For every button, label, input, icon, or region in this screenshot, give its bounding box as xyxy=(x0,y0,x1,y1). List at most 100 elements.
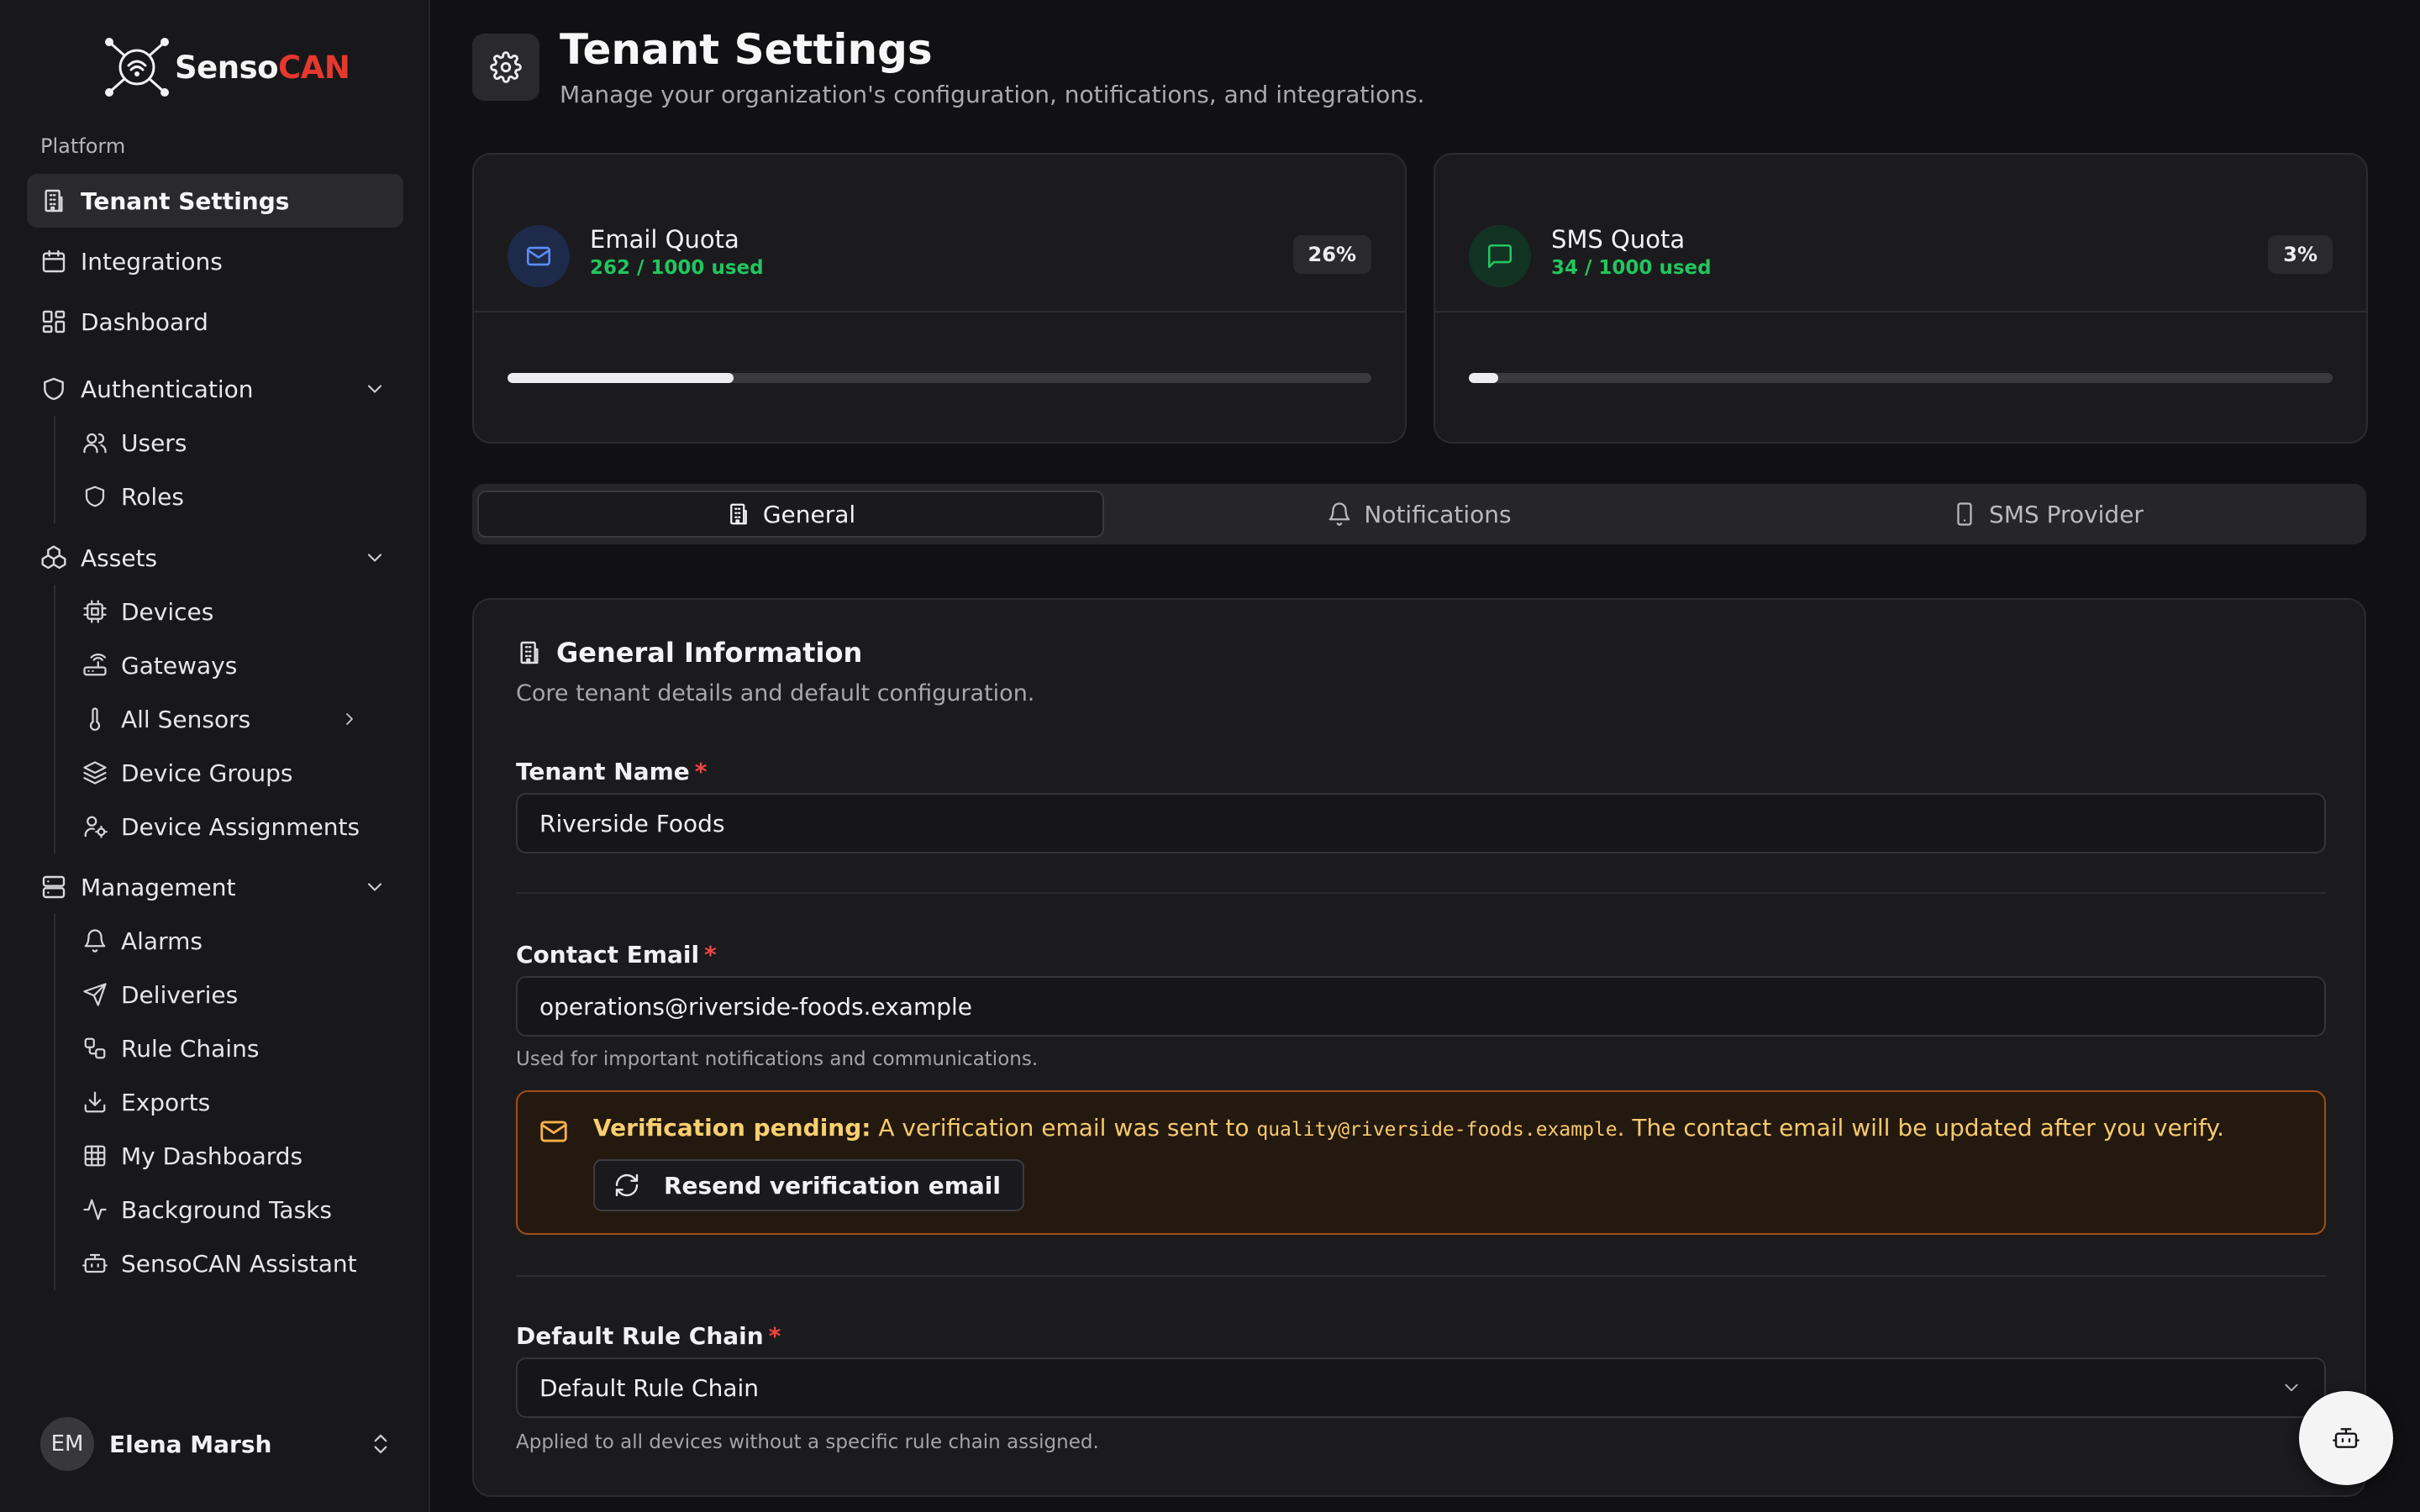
sidebar-item-dashboard[interactable]: Dashboard xyxy=(27,295,403,349)
avatar: EM xyxy=(40,1417,94,1471)
users-icon xyxy=(83,433,107,454)
verification-heading: Verification pending: xyxy=(593,1114,871,1142)
required-marker: * xyxy=(694,758,708,785)
tab-general[interactable]: General xyxy=(477,491,1104,538)
mail-icon xyxy=(540,1121,567,1142)
quota-title: SMS Quota xyxy=(1551,225,1686,254)
user-name: Elena Marsh xyxy=(109,1430,272,1458)
brand-name: SensoCAN xyxy=(175,49,350,86)
sidebar-item-background-tasks[interactable]: Background Tasks xyxy=(71,1184,373,1235)
label-text: Tenant Name xyxy=(516,758,690,785)
chevron-down-icon xyxy=(367,883,382,891)
building-icon xyxy=(729,503,747,525)
quota-percent-badge: 3% xyxy=(2268,235,2333,274)
sidebar-item-label: Alarms xyxy=(121,927,203,955)
sidebar-item-exports[interactable]: Exports xyxy=(71,1077,373,1127)
settings-header-badge xyxy=(472,34,539,101)
chevron-down-icon xyxy=(367,385,382,393)
contact-email-label: Contact Email * xyxy=(516,941,717,969)
verification-text-before: A verification email was sent to xyxy=(871,1114,1257,1142)
chevron-right-icon xyxy=(346,713,353,725)
quota-percent-badge: 26% xyxy=(1292,235,1371,274)
sidebar-item-label: Management xyxy=(81,873,236,901)
tab-label: Notifications xyxy=(1364,500,1512,528)
sidebar: SensoCAN Platform Tenant Settings Integr… xyxy=(0,0,430,1512)
default-rule-chain-label: Default Rule Chain * xyxy=(516,1322,781,1350)
sidebar-item-label: Deliveries xyxy=(121,980,239,1009)
user-menu[interactable]: EM Elena Marsh xyxy=(40,1416,393,1472)
grid-icon xyxy=(42,310,66,333)
sidebar-item-label: Authentication xyxy=(81,375,254,403)
section-title-text: General Information xyxy=(556,637,863,669)
sidebar-item-label: Assets xyxy=(81,543,158,572)
contact-email-help: Used for important notifications and com… xyxy=(516,1048,1039,1070)
refresh-icon xyxy=(615,1173,639,1197)
sidebar-item-label: Rule Chains xyxy=(121,1034,260,1063)
tab-notifications[interactable]: Notifications xyxy=(1106,491,1733,538)
sidebar-group-authentication[interactable]: Authentication xyxy=(27,362,403,416)
contact-email-input[interactable]: operations@riverside-foods.example xyxy=(516,976,2326,1037)
sidebar-group-assets[interactable]: Assets xyxy=(27,531,403,585)
building-icon xyxy=(45,189,63,213)
required-marker: * xyxy=(768,1322,781,1350)
building-icon xyxy=(520,641,539,664)
page-title: Tenant Settings xyxy=(560,25,933,74)
sidebar-item-users[interactable]: Users xyxy=(71,417,373,468)
tab-label: General xyxy=(762,500,856,528)
sidebar-item-deliveries[interactable]: Deliveries xyxy=(71,969,373,1020)
email-quota-icon-badge xyxy=(508,225,570,287)
sidebar-item-label: My Dashboards xyxy=(121,1142,303,1170)
tab-label: SMS Provider xyxy=(1989,500,2144,528)
sms-quota-icon-badge xyxy=(1469,225,1531,287)
brand-logo[interactable]: SensoCAN xyxy=(101,34,350,101)
tenant-name-input[interactable]: Riverside Foods xyxy=(516,793,2326,853)
download-icon xyxy=(84,1091,106,1113)
sidebar-item-label: All Sensors xyxy=(121,705,251,733)
settings-tabs: General Notifications SMS Provider xyxy=(472,484,2366,544)
sidebar-group-management[interactable]: Management xyxy=(27,860,403,914)
sidebar-item-device-assignments[interactable]: Device Assignments xyxy=(71,801,373,852)
verification-message: Verification pending: A verification ema… xyxy=(593,1114,2224,1142)
general-information-card: General Information Core tenant details … xyxy=(472,598,2366,1497)
boxes-icon xyxy=(41,545,66,570)
resend-verification-button[interactable]: Resend verification email xyxy=(593,1159,1024,1211)
assistant-fab-button[interactable] xyxy=(2299,1391,2393,1485)
thermometer-icon xyxy=(89,707,101,731)
divider xyxy=(1435,311,2366,312)
sidebar-item-tenant-settings[interactable]: Tenant Settings xyxy=(27,174,403,228)
quota-title: Email Quota xyxy=(590,225,739,254)
sidebar-item-rule-chains[interactable]: Rule Chains xyxy=(71,1023,373,1074)
email-quota-card: Email Quota 262 / 1000 used 26% xyxy=(472,153,1407,444)
label-text: Contact Email xyxy=(516,941,700,969)
divider xyxy=(474,311,1405,312)
sidebar-item-label: Devices xyxy=(121,597,214,626)
sidebar-item-roles[interactable]: Roles xyxy=(71,471,373,522)
pending-email: quality@riverside-foods.example xyxy=(1256,1119,1618,1141)
sidebar-item-alarms[interactable]: Alarms xyxy=(71,916,373,966)
sidebar-item-gateways[interactable]: Gateways xyxy=(71,640,373,690)
sidebar-item-label: Background Tasks xyxy=(121,1195,332,1224)
default-rule-chain-select[interactable]: Default Rule Chain xyxy=(516,1357,2326,1418)
verification-pending-alert: Verification pending: A verification ema… xyxy=(516,1090,2326,1235)
divider xyxy=(516,1275,2326,1277)
server-icon xyxy=(42,875,66,899)
nav-group-label: Platform xyxy=(40,134,126,158)
sidebar-item-sensocan-assistant[interactable]: SensoCAN Assistant xyxy=(71,1238,373,1289)
chevron-down-icon xyxy=(367,554,382,562)
sidebar-item-my-dashboards[interactable]: My Dashboards xyxy=(71,1131,373,1181)
bell-icon xyxy=(84,929,106,953)
tenant-name-label: Tenant Name * xyxy=(516,758,707,785)
sidebar-item-label: Device Assignments xyxy=(121,812,360,841)
tab-sms-provider[interactable]: SMS Provider xyxy=(1734,491,2361,538)
sidebar-item-label: Integrations xyxy=(81,247,223,276)
sidebar-item-integrations[interactable]: Integrations xyxy=(27,234,403,288)
bot-icon xyxy=(82,1253,108,1273)
sidebar-item-all-sensors[interactable]: All Sensors xyxy=(71,694,373,744)
section-subtitle: Core tenant details and default configur… xyxy=(516,680,1035,706)
sidebar-item-device-groups[interactable]: Device Groups xyxy=(71,748,373,798)
sidebar-item-devices[interactable]: Devices xyxy=(71,586,373,637)
sidebar-item-label: Dashboard xyxy=(81,307,208,336)
calendar-icon xyxy=(42,249,66,273)
shield-icon xyxy=(44,377,64,401)
quota-progress-fill xyxy=(1469,373,1498,383)
